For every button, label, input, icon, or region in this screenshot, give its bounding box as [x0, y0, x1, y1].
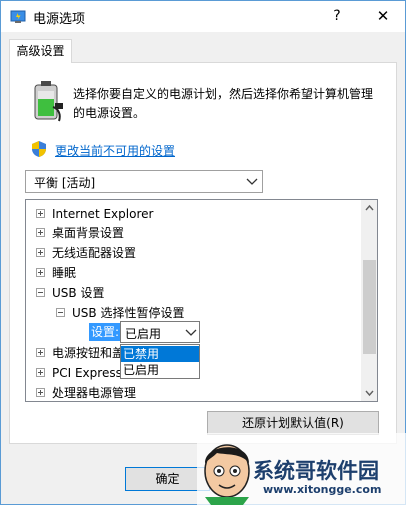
watermark-url: www.xitongge.com: [263, 483, 382, 496]
tab-advanced-settings[interactable]: 高级设置: [9, 39, 72, 63]
tree-item-label: 睡眠: [52, 266, 77, 280]
close-button[interactable]: ✕: [361, 1, 405, 32]
tree-item-label: 电源按钮和盖: [52, 346, 125, 360]
help-button[interactable]: ?: [315, 1, 359, 32]
collapse-icon[interactable]: [36, 288, 45, 297]
uac-shield-icon: [32, 141, 46, 157]
watermark-text: 系统哥软件园: [253, 459, 379, 483]
expand-icon[interactable]: [36, 348, 45, 357]
setting-label: 设置:: [89, 323, 122, 341]
power-options-icon: [10, 10, 26, 23]
dropdown-option-disabled[interactable]: 已禁用: [121, 346, 199, 362]
tree-item-label: Internet Explorer: [52, 207, 154, 221]
settings-tree: Internet Explorer 桌面背景设置 无线适配器设置 睡眠 USB …: [25, 199, 378, 402]
expand-icon[interactable]: [36, 368, 45, 377]
collapse-icon[interactable]: [56, 308, 65, 317]
battery-plug-icon: [34, 81, 63, 122]
description-text: 选择你要自定义的电源计划，然后选择你希望计算机管理的电源设置。: [73, 87, 374, 120]
tree-item-label: 处理器电源管理: [52, 386, 137, 400]
setting-dropdown-list: 已禁用 已启用: [120, 344, 200, 379]
expand-icon[interactable]: [36, 248, 45, 257]
tree-item-label: USB 选择性暂停设置: [72, 306, 185, 320]
tree-scrollbar[interactable]: [361, 200, 378, 401]
expand-icon[interactable]: [36, 228, 45, 237]
expand-icon[interactable]: [36, 388, 45, 397]
tree-item-label: PCI Express: [52, 366, 122, 380]
change-unavailable-settings-link[interactable]: 更改当前不可用的设置: [55, 142, 175, 159]
window-title: 电源选项: [33, 12, 86, 27]
usb-suspend-setting-select[interactable]: 已启用: [120, 321, 200, 343]
chevron-down-icon: [246, 178, 258, 185]
scroll-up-icon[interactable]: [361, 200, 378, 217]
tree-item-label: 桌面背景设置: [52, 226, 125, 240]
expand-icon[interactable]: [36, 209, 45, 218]
power-options-window: 电源选项 ? ✕ 高级设置 选择你要自定义的电源计划，然后选择你希望计算机管理的…: [0, 0, 406, 505]
scroll-down-icon[interactable]: [361, 384, 378, 401]
chevron-down-icon: [185, 329, 197, 336]
dropdown-option-enabled[interactable]: 已启用: [121, 362, 199, 378]
tree-item-label: USB 设置: [52, 286, 105, 300]
tree-item-label: 无线适配器设置: [52, 246, 137, 260]
restore-defaults-button[interactable]: 还原计划默认值(R): [207, 411, 379, 435]
power-plan-select[interactable]: 平衡 [活动]: [25, 170, 263, 193]
title-bar: 电源选项 ? ✕: [1, 1, 405, 32]
scroll-thumb[interactable]: [363, 260, 376, 354]
power-plan-value: 平衡 [活动]: [34, 176, 96, 190]
expand-icon[interactable]: [36, 268, 45, 277]
setting-value: 已启用: [125, 327, 162, 341]
